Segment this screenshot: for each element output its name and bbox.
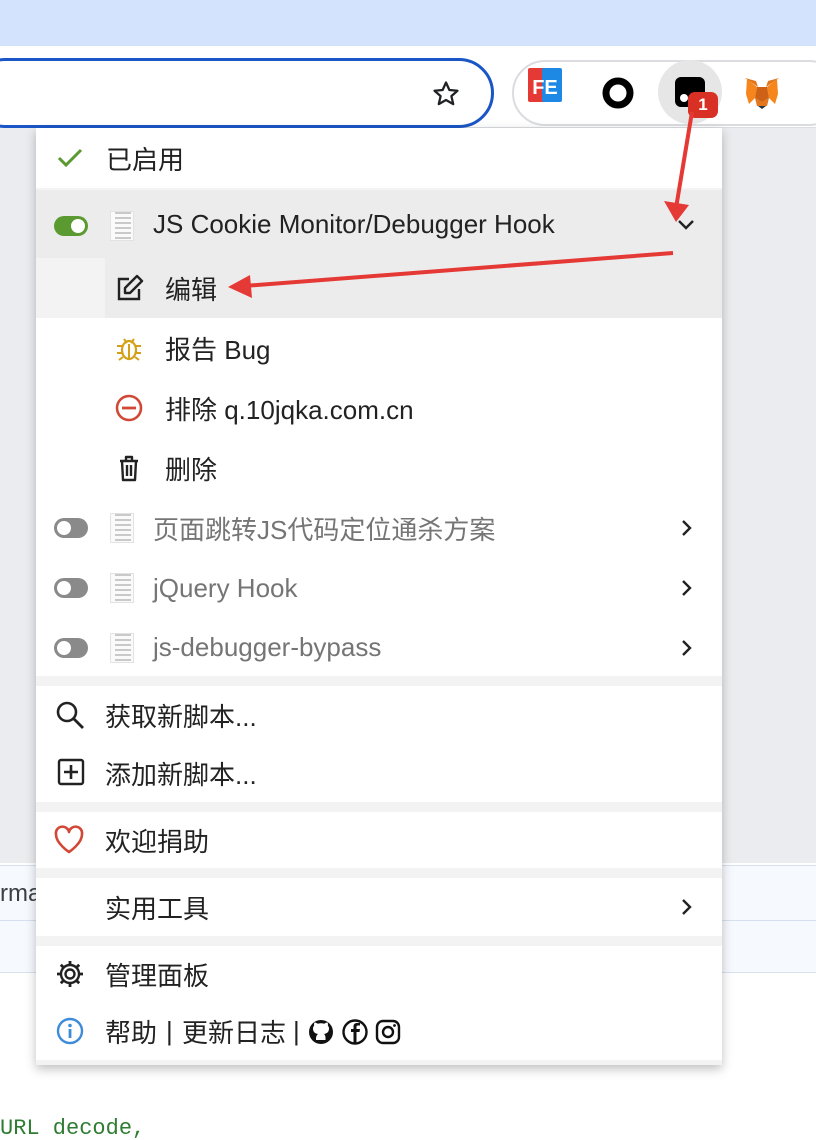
add-new-script-label: 添加新脚本... [105,759,257,790]
help-links-item: 帮助 | 更新日志 | [36,1002,722,1060]
instagram-icon[interactable] [374,1018,402,1046]
edit-label: 编辑 [165,274,218,305]
script-row[interactable]: 页面跳转JS代码定位通杀方案 [36,498,722,558]
enabled-label: 已启用 [106,144,185,175]
page-code-snippet: URL decode, [0,1116,146,1140]
plus-square-icon [56,757,86,787]
script-row-active[interactable]: JS Cookie Monitor/Debugger Hook [36,190,722,258]
script-row[interactable]: jQuery Hook [36,558,722,618]
script-name: jQuery Hook [153,572,298,603]
address-bar[interactable] [0,58,494,128]
dashboard-item[interactable]: 管理面板 [36,946,722,1002]
add-new-script-item[interactable]: 添加新脚本... [36,744,722,802]
help-link[interactable]: 帮助 [105,1013,157,1050]
github-icon[interactable] [307,1018,335,1046]
changelog-link[interactable]: 更新日志 [182,1013,286,1050]
bookmark-star-icon[interactable] [426,74,466,114]
trash-icon [114,453,144,483]
script-action-edit[interactable]: 编辑 [105,258,722,318]
chevron-right-icon[interactable] [674,636,698,660]
extension-badge-count: 1 [688,92,718,118]
script-action-delete[interactable]: 删除 [36,438,722,498]
circle-extension-icon[interactable] [593,68,643,118]
svg-text:FE: FE [532,77,558,99]
tab-strip [0,0,816,46]
edit-icon [113,273,145,305]
enabled-toggle-item[interactable]: 已启用 [36,128,722,188]
fe-helper-icon[interactable]: FE [520,60,570,110]
script-name: 页面跳转JS代码定位通杀方案 [153,514,496,545]
check-icon [56,144,84,172]
get-new-scripts-item[interactable]: 获取新脚本... [36,686,722,744]
script-icon [110,573,134,603]
get-new-scripts-label: 获取新脚本... [105,701,257,732]
donate-label: 欢迎捐助 [105,826,210,857]
script-row[interactable]: js-debugger-bypass [36,618,722,676]
heart-icon [52,823,86,857]
script-enabled-toggle[interactable] [54,518,88,538]
delete-label: 删除 [165,454,218,485]
chevron-right-icon[interactable] [674,516,698,540]
chevron-right-icon[interactable] [674,895,698,919]
script-enabled-toggle[interactable] [54,638,88,658]
gear-icon [54,958,86,990]
script-name: js-debugger-bypass [153,631,382,662]
script-icon [110,211,134,241]
utilities-item[interactable]: 实用工具 [36,878,722,936]
report-bug-label: 报告 Bug [165,334,271,365]
help-separator: | [293,1015,300,1046]
chevron-down-icon[interactable] [674,212,698,236]
exclude-icon [114,393,144,423]
utilities-label: 实用工具 [105,893,210,924]
donate-item[interactable]: 欢迎捐助 [36,812,722,868]
script-enabled-toggle[interactable] [54,216,88,236]
info-icon [55,1016,85,1046]
chevron-right-icon[interactable] [674,576,698,600]
script-action-exclude[interactable]: 排除 q.10jqka.com.cn [36,378,722,438]
metamask-fox-icon[interactable] [737,68,787,118]
facebook-icon[interactable] [341,1018,369,1046]
script-name: JS Cookie Monitor/Debugger Hook [153,208,555,239]
bug-icon [114,333,144,363]
dashboard-label: 管理面板 [105,960,210,991]
help-separator: | [166,1015,173,1046]
script-icon [110,633,134,663]
script-action-report-bug[interactable]: 报告 Bug [36,318,722,378]
script-enabled-toggle[interactable] [54,578,88,598]
tampermonkey-popup-menu: 已启用 JS Cookie Monitor/Debugger Hook 编辑 报… [36,128,722,1065]
script-icon [110,513,134,543]
exclude-label: 排除 q.10jqka.com.cn [165,394,414,425]
search-icon [54,699,86,731]
